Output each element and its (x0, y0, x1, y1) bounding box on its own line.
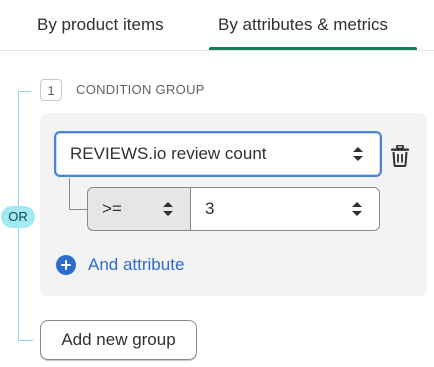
attribute-select-value: REVIEWS.io review count (70, 144, 267, 163)
chevron-up-down-icon (353, 147, 363, 161)
or-connector-line-top (18, 91, 31, 208)
or-connector-line-bottom (18, 228, 33, 341)
add-attribute-button[interactable]: And attribute (56, 254, 184, 276)
tab-by-product-items[interactable]: By product items (37, 0, 187, 50)
chevron-up-down-icon (352, 202, 362, 216)
add-attribute-label: And attribute (88, 255, 185, 274)
value-select-value: 3 (205, 199, 215, 218)
value-select[interactable]: 3 (190, 187, 380, 231)
add-new-group-button[interactable]: Add new group (40, 320, 197, 360)
tab-by-attributes-metrics[interactable]: By attributes & metrics (218, 0, 418, 50)
trash-icon[interactable] (390, 145, 410, 167)
plus-circle-icon (56, 255, 76, 275)
group-index-badge: 1 (40, 79, 62, 101)
attribute-select[interactable]: REVIEWS.io review count (54, 131, 382, 177)
condition-group-label: CONDITION GROUP (76, 82, 205, 97)
operator-select[interactable]: >= (87, 187, 191, 231)
nested-condition-connector (69, 178, 88, 210)
tab-bar: By product items By attributes & metrics (0, 0, 434, 51)
chevron-up-down-icon (163, 202, 173, 216)
or-badge: OR (1, 206, 35, 228)
selected-tab-indicator (209, 47, 417, 50)
operator-select-value: >= (102, 199, 122, 218)
